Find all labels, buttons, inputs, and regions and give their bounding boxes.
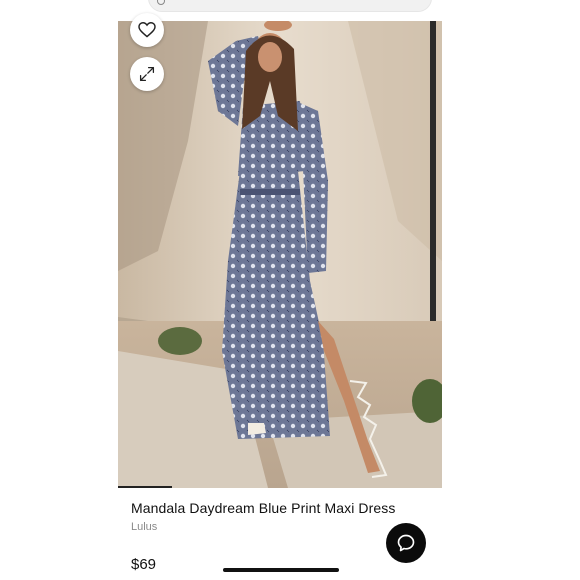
home-indicator[interactable] <box>223 568 339 572</box>
product-title: Mandala Daydream Blue Print Maxi Dress <box>131 500 396 516</box>
search-icon <box>157 0 165 5</box>
product-brand[interactable]: Lulus <box>131 521 157 533</box>
product-photo <box>118 21 442 488</box>
product-image[interactable] <box>118 21 442 488</box>
chat-bubble-icon <box>397 534 415 552</box>
expand-icon <box>139 66 155 82</box>
image-carousel-indicator <box>118 486 172 488</box>
product-page: Mandala Daydream Blue Print Maxi Dress L… <box>0 0 580 580</box>
expand-image-button[interactable] <box>130 57 164 91</box>
product-price: $69 <box>131 556 157 573</box>
heart-icon <box>138 22 156 38</box>
favorite-button[interactable] <box>130 13 164 47</box>
chat-button[interactable] <box>386 523 426 563</box>
search-bar[interactable] <box>148 0 432 12</box>
